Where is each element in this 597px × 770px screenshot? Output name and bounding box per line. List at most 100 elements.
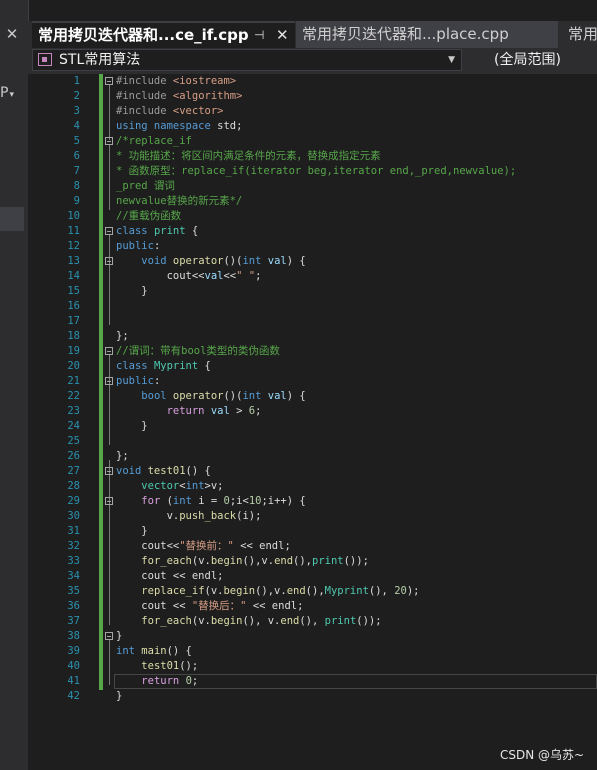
code-line[interactable]: 32 cout<<"替换前：" << endl; bbox=[28, 539, 597, 554]
code-line[interactable]: 27 void test01() { bbox=[28, 464, 597, 479]
panel-item-label: P bbox=[0, 85, 9, 101]
code-line[interactable]: 17 bbox=[28, 314, 597, 329]
left-tool-panel: ✕ P▾ bbox=[0, 0, 29, 770]
line-number: 22 bbox=[67, 390, 80, 402]
code-line[interactable]: 9 newvalue替换的新元素*/ bbox=[28, 194, 597, 209]
code-line[interactable]: 39 int main() { bbox=[28, 644, 597, 659]
code-line[interactable]: 13 void operator()(int val) { bbox=[28, 254, 597, 269]
line-number: 36 bbox=[67, 600, 80, 612]
code-line[interactable]: 12 public: bbox=[28, 239, 597, 254]
line-number: 28 bbox=[67, 480, 80, 492]
panel-item[interactable]: P▾ bbox=[0, 85, 22, 101]
collapse-icon[interactable] bbox=[105, 347, 113, 355]
code-line[interactable]: 31 } bbox=[28, 524, 597, 539]
code-line[interactable]: 35 replace_if(v.begin(),v.end(),Myprint(… bbox=[28, 584, 597, 599]
code-line[interactable]: 15 } bbox=[28, 284, 597, 299]
code-editor[interactable]: 1 #include <iostream> 2 #include <algorithm… bbox=[28, 74, 597, 770]
code-line[interactable]: 41 return 0; bbox=[28, 674, 597, 689]
code-text: int main() { bbox=[116, 644, 192, 659]
code-line[interactable]: 3 #include <vector> bbox=[28, 104, 597, 119]
project-scope-dropdown[interactable]: STL常用算法 ▼ bbox=[32, 49, 462, 71]
global-scope-label: (全局范围) bbox=[494, 52, 561, 68]
code-line[interactable]: 11 class print { bbox=[28, 224, 597, 239]
code-line[interactable]: 19 //谓词：带有bool类型的类伪函数 bbox=[28, 344, 597, 359]
collapse-icon[interactable] bbox=[105, 377, 113, 385]
code-token: #include bbox=[116, 75, 173, 87]
code-line[interactable]: 14 cout<<val<<" "; bbox=[28, 269, 597, 284]
collapse-icon[interactable] bbox=[105, 497, 113, 505]
line-number: 20 bbox=[67, 360, 80, 372]
panel-selection[interactable] bbox=[0, 207, 24, 231]
code-line[interactable]: 20 class Myprint { bbox=[28, 359, 597, 374]
code-line[interactable]: 25 bbox=[28, 434, 597, 449]
code-token: (), bbox=[368, 585, 395, 597]
code-line[interactable]: 10 //重载伪函数 bbox=[28, 209, 597, 224]
line-number: 37 bbox=[67, 615, 80, 627]
code-line[interactable]: 40 test01(); bbox=[28, 659, 597, 674]
code-line[interactable]: 29 for (int i = 0;i<10;i++) { bbox=[28, 494, 597, 509]
tab-replace[interactable]: 常用拷贝迭代器和...place.cpp bbox=[296, 21, 558, 48]
code-line[interactable]: 23 return val > 6; bbox=[28, 404, 597, 419]
line-number: 23 bbox=[67, 405, 80, 417]
code-line[interactable]: 34 cout << endl; bbox=[28, 569, 597, 584]
code-line[interactable]: 18}; bbox=[28, 329, 597, 344]
collapse-icon[interactable] bbox=[105, 467, 113, 475]
code-line[interactable]: 42} bbox=[28, 689, 597, 704]
code-token: operator bbox=[172, 255, 224, 267]
code-line[interactable]: 30 v.push_back(i); bbox=[28, 509, 597, 524]
code-line[interactable]: 37 for_each(v.begin(), v.end(), print())… bbox=[28, 614, 597, 629]
code-line[interactable]: 6 * 功能描述：将区间内满足条件的元素，替换成指定元素 bbox=[28, 149, 597, 164]
code-text: void operator()(int val) { bbox=[116, 254, 305, 269]
code-line[interactable]: 21 public: bbox=[28, 374, 597, 389]
code-token: operator bbox=[172, 390, 224, 402]
code-line[interactable]: 26}; bbox=[28, 449, 597, 464]
tab-overflow[interactable]: 常用 bbox=[560, 21, 597, 48]
collapse-icon[interactable] bbox=[105, 227, 113, 235]
code-line[interactable]: 22 bool operator()(int val) { bbox=[28, 389, 597, 404]
collapse-icon[interactable] bbox=[105, 257, 113, 265]
code-text: } bbox=[116, 524, 147, 539]
code-token: (),v. bbox=[255, 585, 287, 597]
line-number: 16 bbox=[67, 300, 80, 312]
global-scope-dropdown[interactable]: (全局范围) bbox=[468, 49, 597, 71]
code-token: Myprint bbox=[324, 585, 369, 597]
code-line[interactable]: 28 vector<int>v; bbox=[28, 479, 597, 494]
close-icon[interactable]: ✕ bbox=[276, 23, 289, 47]
code-token: cout<< bbox=[116, 270, 205, 282]
code-line[interactable]: 33 for_each(v.begin(),v.end(),print()); bbox=[28, 554, 597, 569]
code-line[interactable]: 8 _pred 谓词 bbox=[28, 179, 597, 194]
code-token: std; bbox=[217, 120, 243, 132]
collapse-icon[interactable] bbox=[105, 137, 113, 145]
code-token: public bbox=[116, 375, 154, 387]
code-line[interactable]: 2 #include <algorithm> bbox=[28, 89, 597, 104]
code-text: test01(); bbox=[116, 659, 198, 674]
code-line[interactable]: 24 } bbox=[28, 419, 597, 434]
pin-icon[interactable]: ⊣ bbox=[254, 23, 264, 47]
collapse-icon[interactable] bbox=[105, 632, 113, 640]
code-line[interactable]: 16 bbox=[28, 299, 597, 314]
code-token: val bbox=[210, 405, 230, 417]
code-token: ) { bbox=[286, 390, 306, 402]
code-token: ); bbox=[406, 585, 420, 597]
code-token: } bbox=[116, 420, 148, 432]
code-line[interactable]: 1 #include <iostream> bbox=[28, 74, 597, 89]
code-token: } bbox=[116, 285, 148, 297]
code-token: (), bbox=[299, 615, 325, 627]
code-token: ;i++) { bbox=[261, 495, 306, 507]
code-line[interactable]: 38} bbox=[28, 629, 597, 644]
code-token: << bbox=[223, 270, 237, 282]
code-token: int bbox=[172, 495, 199, 507]
code-text: /*replace_if bbox=[116, 134, 192, 149]
panel-close-icon[interactable]: ✕ bbox=[2, 24, 22, 44]
tab-replace-if[interactable]: 常用拷贝迭代器和...ce_if.cpp ⊣ ✕ bbox=[32, 21, 295, 48]
code-line[interactable]: 4 using namespace std; bbox=[28, 119, 597, 134]
code-token: >v; bbox=[204, 480, 224, 492]
collapse-icon[interactable] bbox=[105, 77, 113, 85]
code-line[interactable]: 36 cout << "替换后：" << endl; bbox=[28, 599, 597, 614]
code-line[interactable]: 5 /*replace_if bbox=[28, 134, 597, 149]
code-line[interactable]: 7 * 函数原型：replace_if(iterator beg,iterator… bbox=[28, 164, 597, 179]
code-token: int bbox=[242, 390, 268, 402]
